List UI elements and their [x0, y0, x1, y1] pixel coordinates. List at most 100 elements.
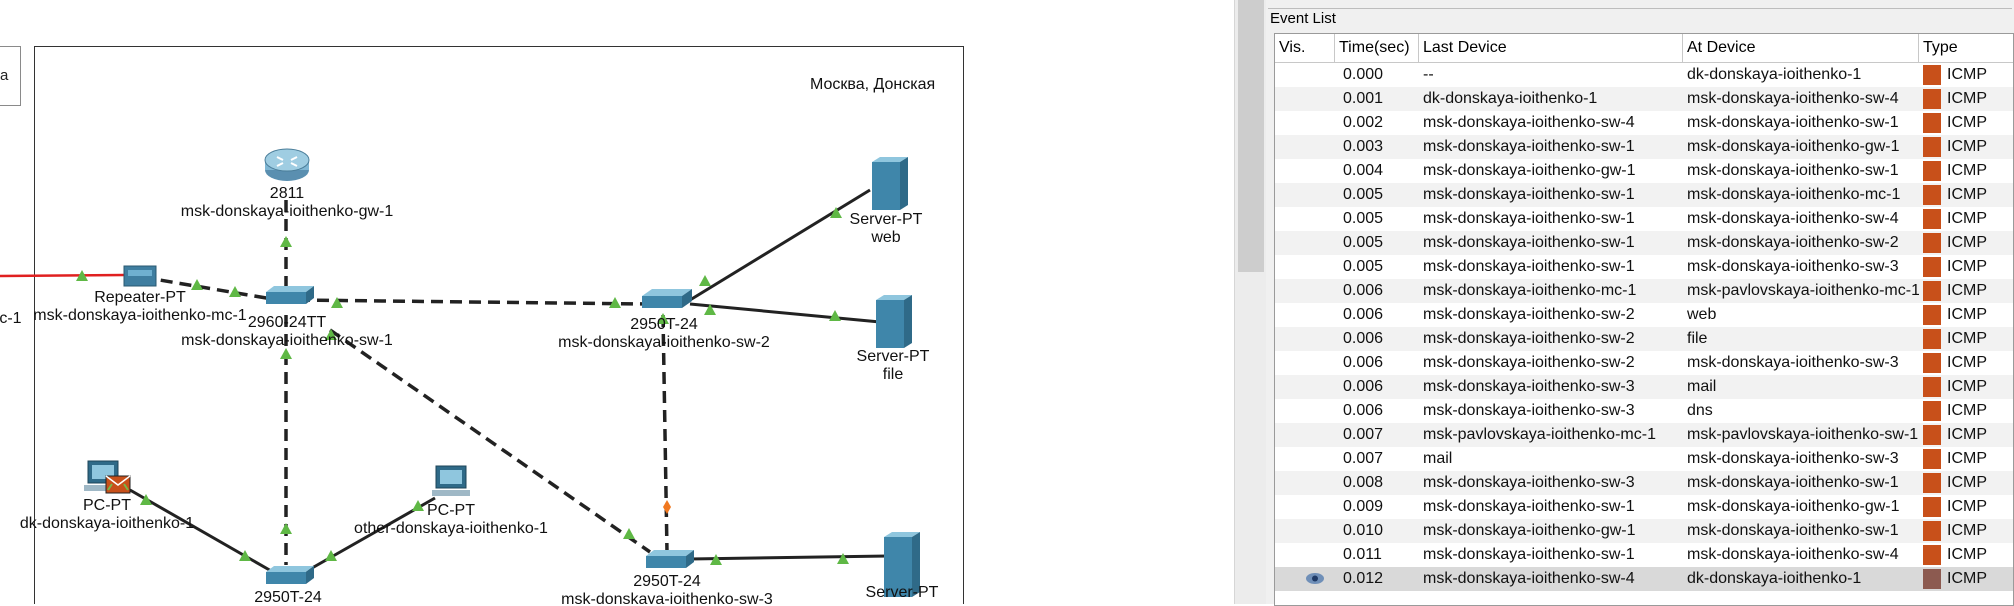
event-type-cell[interactable]: ICMP — [1919, 543, 2013, 567]
event-type-cell[interactable]: ICMP — [1919, 159, 2013, 183]
event-color-swatch[interactable] — [1923, 353, 1941, 373]
event-color-swatch[interactable] — [1923, 305, 1941, 325]
event-type-cell[interactable]: ICMP — [1919, 111, 2013, 135]
event-row[interactable]: 0.006 msk-donskaya-ioithenko-sw-2 msk-dons… — [1275, 351, 2013, 375]
event-vis-cell[interactable] — [1275, 471, 1335, 495]
event-row[interactable]: 0.002 msk-donskaya-ioithenko-sw-4 msk-dons… — [1275, 111, 2013, 135]
event-color-swatch[interactable] — [1923, 473, 1941, 493]
event-row[interactable]: 0.009 msk-donskaya-ioithenko-sw-1 msk-dons… — [1275, 495, 2013, 519]
event-vis-cell[interactable] — [1275, 183, 1335, 207]
event-row[interactable]: 0.005 msk-donskaya-ioithenko-sw-1 msk-dons… — [1275, 183, 2013, 207]
link-sw1-sw3[interactable] — [329, 328, 651, 554]
event-type-cell[interactable]: ICMP — [1919, 423, 2013, 447]
link-sw2-file[interactable] — [689, 302, 881, 324]
event-type-cell[interactable]: ICMP — [1919, 135, 2013, 159]
event-vis-cell[interactable] — [1275, 351, 1335, 375]
event-row[interactable]: 0.000 -- dk-donskaya-ioithenko-1 ICMP — [1275, 63, 2013, 87]
event-type-cell[interactable]: ICMP — [1919, 255, 2013, 279]
column-header-time[interactable]: Time(sec) — [1335, 34, 1419, 62]
server-icon[interactable] — [872, 157, 908, 210]
event-row[interactable]: 0.012 msk-donskaya-ioithenko-sw-4 dk-donsk… — [1275, 567, 2013, 591]
server-icon[interactable] — [876, 295, 912, 348]
event-vis-cell[interactable] — [1275, 159, 1335, 183]
switch-icon[interactable] — [266, 286, 314, 304]
event-color-swatch[interactable] — [1923, 569, 1941, 589]
event-row[interactable]: 0.007 msk-pavlovskaya-ioithenko-mc-1 msk-p… — [1275, 423, 2013, 447]
event-color-swatch[interactable] — [1923, 425, 1941, 445]
switch-icon[interactable] — [646, 550, 694, 568]
event-row[interactable]: 0.005 msk-donskaya-ioithenko-sw-1 msk-dons… — [1275, 231, 2013, 255]
event-row[interactable]: 0.006 msk-donskaya-ioithenko-sw-3 dns ICMP — [1275, 399, 2013, 423]
event-color-swatch[interactable] — [1923, 233, 1941, 253]
event-color-swatch[interactable] — [1923, 137, 1941, 157]
event-vis-cell[interactable] — [1275, 567, 1335, 591]
event-vis-cell[interactable] — [1275, 63, 1335, 87]
event-row[interactable]: 0.004 msk-donskaya-ioithenko-gw-1 msk-dons… — [1275, 159, 2013, 183]
event-row[interactable]: 0.001 dk-donskaya-ioithenko-1 msk-donskaya… — [1275, 87, 2013, 111]
event-row[interactable]: 0.007 mail msk-donskaya-ioithenko-sw-3 ICMP — [1275, 447, 2013, 471]
event-row[interactable]: 0.003 msk-donskaya-ioithenko-sw-1 msk-dons… — [1275, 135, 2013, 159]
event-row[interactable]: 0.006 msk-donskaya-ioithenko-sw-2 file ICMP — [1275, 327, 2013, 351]
event-vis-cell[interactable] — [1275, 327, 1335, 351]
event-color-swatch[interactable] — [1923, 89, 1941, 109]
column-header-at-device[interactable]: At Device — [1683, 34, 1919, 62]
event-row[interactable]: 0.005 msk-donskaya-ioithenko-sw-1 msk-dons… — [1275, 255, 2013, 279]
event-vis-cell[interactable] — [1275, 135, 1335, 159]
event-vis-cell[interactable] — [1275, 399, 1335, 423]
event-type-cell[interactable]: ICMP — [1919, 495, 2013, 519]
topology-canvas[interactable]: a Москва, Донская c-1 2811 msk-donskaya-… — [0, 0, 1234, 604]
event-vis-cell[interactable] — [1275, 207, 1335, 231]
event-type-cell[interactable]: ICMP — [1919, 351, 2013, 375]
column-header-type[interactable]: Type — [1919, 34, 2013, 62]
event-color-swatch[interactable] — [1923, 209, 1941, 229]
event-color-swatch[interactable] — [1923, 521, 1941, 541]
pc-icon[interactable] — [432, 465, 470, 496]
event-type-cell[interactable]: ICMP — [1919, 279, 2013, 303]
event-vis-cell[interactable] — [1275, 231, 1335, 255]
event-vis-cell[interactable] — [1275, 519, 1335, 543]
event-row[interactable]: 0.011 msk-donskaya-ioithenko-sw-1 msk-dons… — [1275, 543, 2013, 567]
event-vis-cell[interactable] — [1275, 423, 1335, 447]
link-sw1-sw2[interactable] — [297, 298, 649, 306]
event-color-swatch[interactable] — [1923, 65, 1941, 85]
event-color-swatch[interactable] — [1923, 113, 1941, 133]
event-color-swatch[interactable] — [1923, 257, 1941, 277]
switch-icon[interactable] — [642, 289, 692, 308]
pc-envelope-icon[interactable] — [84, 460, 131, 494]
event-vis-cell[interactable] — [1275, 495, 1335, 519]
event-type-cell[interactable]: ICMP — [1919, 375, 2013, 399]
event-vis-cell[interactable] — [1275, 543, 1335, 567]
event-type-cell[interactable]: ICMP — [1919, 87, 2013, 111]
event-color-swatch[interactable] — [1923, 161, 1941, 181]
event-color-swatch[interactable] — [1923, 449, 1941, 469]
scrollbar-thumb[interactable] — [1238, 0, 1264, 272]
link-sw3-srv[interactable] — [689, 554, 889, 561]
event-row[interactable]: 0.005 msk-donskaya-ioithenko-sw-1 msk-dons… — [1275, 207, 2013, 231]
event-row[interactable]: 0.006 msk-donskaya-ioithenko-sw-3 mail ICMP — [1275, 375, 2013, 399]
event-row[interactable]: 0.008 msk-donskaya-ioithenko-sw-3 msk-dons… — [1275, 471, 2013, 495]
event-vis-cell[interactable] — [1275, 87, 1335, 111]
column-header-vis[interactable]: Vis. — [1275, 34, 1335, 62]
event-type-cell[interactable]: ICMP — [1919, 207, 2013, 231]
event-type-cell[interactable]: ICMP — [1919, 183, 2013, 207]
event-color-swatch[interactable] — [1923, 281, 1941, 301]
event-type-cell[interactable]: ICMP — [1919, 519, 2013, 543]
event-vis-cell[interactable] — [1275, 279, 1335, 303]
event-vis-cell[interactable] — [1275, 303, 1335, 327]
event-type-cell[interactable]: ICMP — [1919, 447, 2013, 471]
event-color-swatch[interactable] — [1923, 401, 1941, 421]
event-color-swatch[interactable] — [1923, 545, 1941, 565]
link-sw2-web[interactable] — [689, 188, 871, 302]
event-color-swatch[interactable] — [1923, 497, 1941, 517]
event-vis-cell[interactable] — [1275, 255, 1335, 279]
event-color-swatch[interactable] — [1923, 377, 1941, 397]
event-type-cell[interactable]: ICMP — [1919, 327, 2013, 351]
link-external[interactable] — [0, 273, 126, 278]
canvas-vertical-scrollbar[interactable] — [1234, 0, 1267, 604]
event-vis-cell[interactable] — [1275, 375, 1335, 399]
event-type-cell[interactable]: ICMP — [1919, 63, 2013, 87]
event-type-cell[interactable]: ICMP — [1919, 567, 2013, 591]
event-type-cell[interactable]: ICMP — [1919, 303, 2013, 327]
repeater-icon[interactable] — [123, 265, 157, 287]
column-header-last-device[interactable]: Last Device — [1419, 34, 1683, 62]
